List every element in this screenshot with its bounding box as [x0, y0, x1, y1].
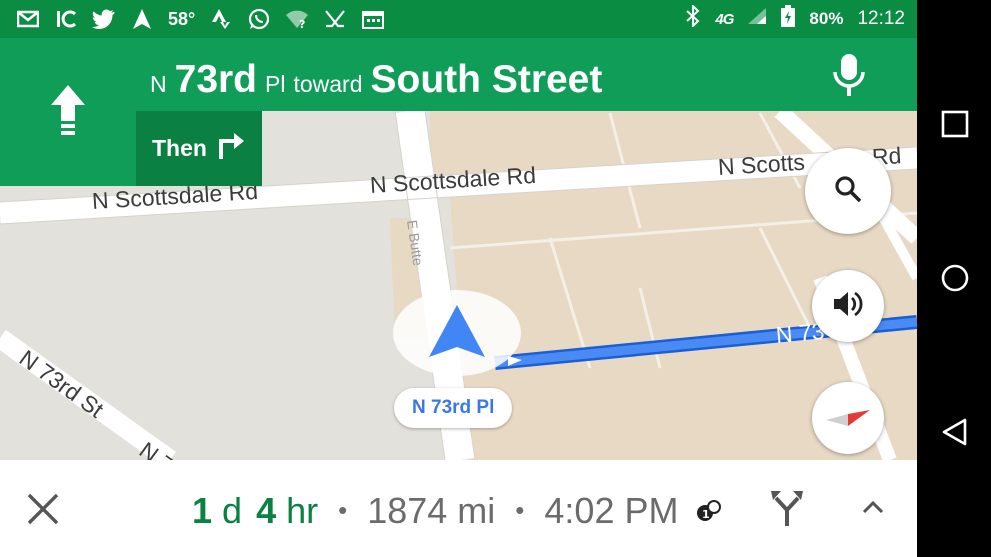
chevron-up-icon[interactable] — [860, 496, 886, 518]
separator: • — [338, 495, 348, 525]
battery-charging-icon — [781, 5, 796, 33]
road-label: N Scotts — [717, 148, 806, 180]
svg-text:?: ? — [299, 18, 305, 29]
battery-percent: 80% — [809, 9, 844, 28]
calendar-icon — [361, 8, 385, 30]
temperature-text: 58° — [168, 8, 196, 29]
compass-button[interactable] — [812, 382, 884, 454]
hours-unit: hr — [286, 490, 319, 531]
bluetooth-icon — [685, 3, 701, 33]
volume-icon — [832, 290, 864, 323]
alternate-routes-icon[interactable] — [770, 488, 804, 528]
navigation-arrow-icon — [130, 8, 154, 30]
separator: • — [515, 495, 525, 525]
straight-arrow-icon — [49, 83, 87, 142]
eta-summary[interactable]: 1 d 4 hr • 1874 mi • 4:02 PM — [192, 490, 678, 532]
toll-icon: 1 — [696, 500, 722, 527]
notification-icons: 58° ? — [0, 8, 385, 30]
status-bar: 58° ? 4G 80% 12:12 — [0, 0, 917, 38]
turn-instruction: N 73rd Pl toward South Street — [150, 38, 610, 111]
days-unit: d — [222, 490, 243, 531]
signal-icon — [747, 7, 767, 31]
toward-text: toward — [293, 71, 363, 97]
current-street-chip: N 73rd Pl — [394, 388, 513, 428]
street-name: 73rd — [174, 58, 258, 101]
destination-street: South Street — [370, 58, 603, 101]
whatsapp-icon — [247, 8, 271, 30]
arrival-time: 4:02 PM — [544, 490, 679, 531]
twitter-icon — [92, 8, 116, 30]
then-label: Then — [152, 135, 207, 161]
current-location-marker — [393, 290, 521, 376]
duration-hours: 4 — [256, 490, 277, 531]
network-type: 4G — [715, 10, 734, 28]
compass-icon — [824, 400, 872, 437]
search-button[interactable] — [805, 148, 891, 234]
svg-text:1: 1 — [702, 508, 710, 521]
clock: 12:12 — [857, 8, 905, 29]
maneuver-panel — [0, 38, 136, 186]
duration-days: 1 — [192, 490, 213, 531]
gmail-icon — [16, 8, 40, 30]
ic-app-icon — [54, 8, 78, 30]
wifi-question-icon: ? — [285, 8, 309, 30]
system-navigation-bar — [917, 0, 991, 557]
sound-button[interactable] — [812, 270, 884, 342]
home-icon[interactable] — [939, 262, 971, 294]
street-suffix: Pl — [265, 71, 286, 97]
close-icon[interactable] — [26, 492, 60, 526]
navigation-arrow-icon — [427, 303, 487, 364]
system-status: 4G 80% 12:12 — [685, 3, 917, 33]
hockey-icon — [323, 8, 347, 30]
current-street-label: N 73rd Pl — [412, 397, 495, 418]
recent-apps-icon[interactable] — [939, 108, 971, 140]
strava-icon — [209, 8, 233, 30]
back-icon[interactable] — [939, 416, 971, 448]
turn-right-icon — [217, 131, 247, 167]
next-maneuver: Then — [136, 111, 262, 186]
navigation-header: N 73rd Pl toward South Street — [0, 38, 917, 111]
street-prefix: N — [150, 71, 167, 97]
distance: 1874 mi — [367, 490, 496, 531]
microphone-icon[interactable] — [829, 52, 869, 98]
search-icon — [834, 175, 862, 208]
